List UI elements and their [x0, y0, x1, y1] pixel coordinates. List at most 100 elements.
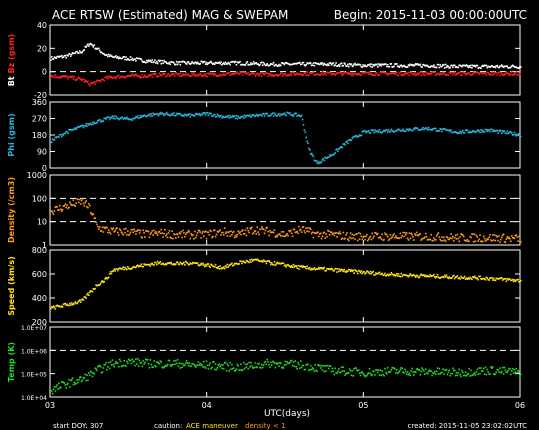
data-point — [404, 368, 406, 371]
data-point — [505, 238, 508, 240]
data-point — [242, 361, 245, 364]
data-point — [519, 73, 521, 75]
data-point — [196, 232, 199, 234]
y-axis-label-part: (gsm) — [7, 34, 16, 63]
data-point — [301, 118, 304, 121]
data-point — [226, 363, 229, 365]
data-point — [290, 265, 293, 267]
data-point — [420, 74, 422, 77]
data-point — [463, 72, 466, 75]
data-point — [410, 370, 413, 372]
ace-rtsw-chart: ACE RTSW (Estimated) MAG & SWEPAM Begin:… — [0, 0, 539, 430]
data-point — [205, 72, 208, 75]
data-point — [461, 369, 463, 372]
data-point — [167, 232, 170, 234]
data-point — [499, 367, 501, 369]
data-point — [510, 234, 513, 237]
data-point — [295, 265, 298, 267]
data-point — [59, 386, 62, 389]
data-point — [122, 364, 125, 367]
data-point — [302, 61, 305, 64]
data-point — [82, 299, 85, 301]
y-tick-label: 1.0E+05 — [21, 372, 47, 379]
data-point — [483, 237, 486, 240]
data-point — [380, 238, 383, 240]
data-point — [148, 113, 151, 116]
data-point — [366, 71, 369, 74]
data-point — [96, 121, 98, 124]
data-point — [274, 366, 277, 369]
data-point — [244, 229, 247, 231]
data-point — [170, 365, 173, 368]
data-point — [188, 113, 191, 115]
data-point — [438, 236, 441, 239]
data-point — [515, 367, 518, 370]
data-point — [153, 264, 155, 266]
data-point — [386, 131, 389, 134]
data-point — [136, 363, 138, 366]
data-point — [309, 364, 312, 367]
data-point — [360, 270, 363, 272]
data-point — [339, 371, 342, 374]
data-point — [111, 228, 114, 231]
data-point — [176, 63, 179, 66]
data-point — [57, 388, 59, 390]
data-point — [274, 264, 277, 267]
data-point — [174, 363, 176, 366]
data-point — [360, 235, 363, 238]
data-point — [393, 65, 395, 68]
data-point — [307, 142, 309, 145]
data-point — [488, 236, 490, 239]
data-point — [282, 231, 285, 233]
data-point — [501, 366, 504, 369]
data-point — [107, 231, 109, 234]
data-point — [401, 129, 403, 132]
data-point — [518, 67, 520, 69]
data-point — [380, 64, 383, 67]
data-point — [184, 264, 186, 266]
data-point — [126, 233, 128, 236]
data-point — [240, 363, 242, 366]
data-point — [520, 135, 522, 138]
data-point — [298, 363, 300, 366]
data-point — [361, 66, 364, 68]
data-point — [357, 369, 360, 371]
data-point — [500, 238, 502, 241]
data-point — [517, 278, 519, 281]
data-point — [214, 263, 217, 266]
data-point — [347, 63, 349, 66]
data-point — [208, 233, 211, 236]
data-point — [135, 266, 137, 269]
data-point — [342, 73, 345, 75]
data-point — [221, 117, 223, 119]
data-point — [214, 363, 217, 365]
data-point — [498, 371, 500, 373]
data-point — [228, 230, 231, 233]
data-point — [145, 59, 148, 62]
data-point — [479, 234, 481, 236]
data-point — [269, 261, 271, 264]
data-point — [92, 123, 95, 125]
data-point — [86, 374, 88, 376]
data-point — [426, 372, 429, 375]
data-point — [389, 130, 392, 133]
data-point — [261, 115, 263, 117]
data-point — [228, 370, 231, 372]
data-point — [140, 263, 143, 266]
data-point — [283, 112, 286, 114]
data-point — [84, 125, 87, 127]
data-point — [404, 233, 407, 236]
data-point — [452, 74, 454, 76]
data-point — [202, 230, 204, 233]
data-point — [140, 361, 143, 364]
data-point — [459, 71, 461, 73]
data-point — [179, 72, 182, 75]
data-point — [204, 263, 207, 266]
data-point — [437, 72, 440, 75]
y-tick-label: 40 — [37, 21, 47, 30]
data-point — [163, 232, 165, 235]
data-point — [63, 204, 66, 207]
data-point — [520, 66, 522, 68]
data-point — [184, 364, 186, 366]
data-point — [241, 73, 244, 76]
